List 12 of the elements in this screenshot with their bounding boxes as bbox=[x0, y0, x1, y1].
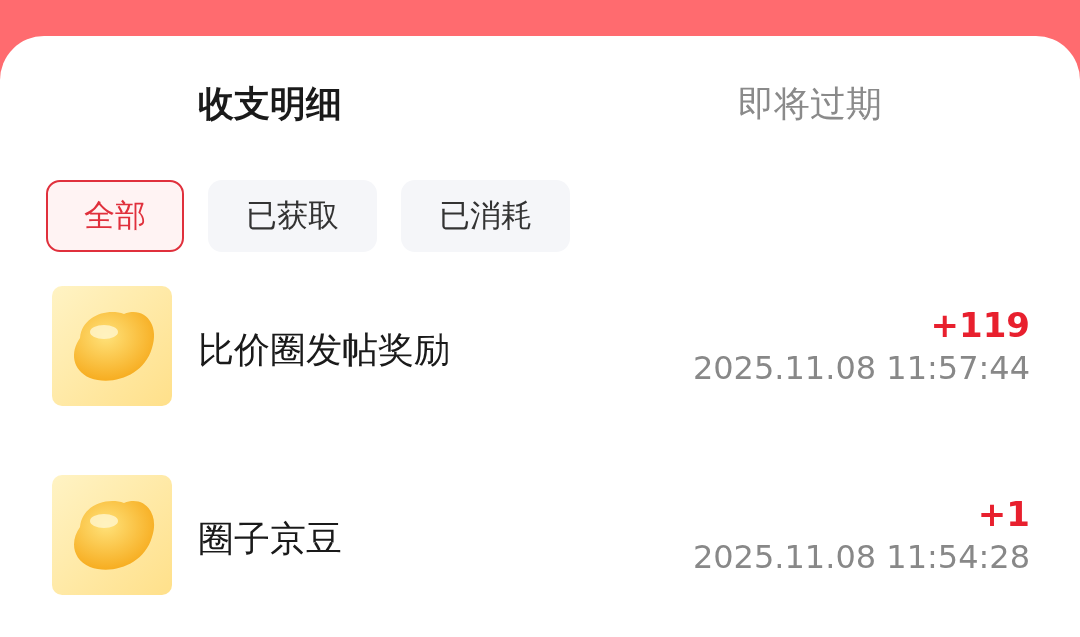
bean-icon bbox=[52, 286, 172, 406]
bean-icon bbox=[52, 475, 172, 595]
filter-chip[interactable]: 全部 bbox=[46, 180, 184, 252]
record-title: 圈子京豆 bbox=[198, 516, 343, 561]
amount: +1 bbox=[977, 494, 1030, 534]
amount: +119 bbox=[930, 305, 1030, 345]
record-time: 2025.11.08 11:57:44 bbox=[692, 349, 1030, 387]
record-title: 比价圈发帖奖励 bbox=[198, 327, 451, 372]
filter-chip[interactable]: 已获取 bbox=[208, 180, 377, 252]
record-time: 2025.11.08 11:54:28 bbox=[692, 538, 1030, 576]
filter-chip[interactable]: 已消耗 bbox=[401, 180, 570, 252]
tab[interactable]: 收支明细 bbox=[0, 76, 540, 132]
